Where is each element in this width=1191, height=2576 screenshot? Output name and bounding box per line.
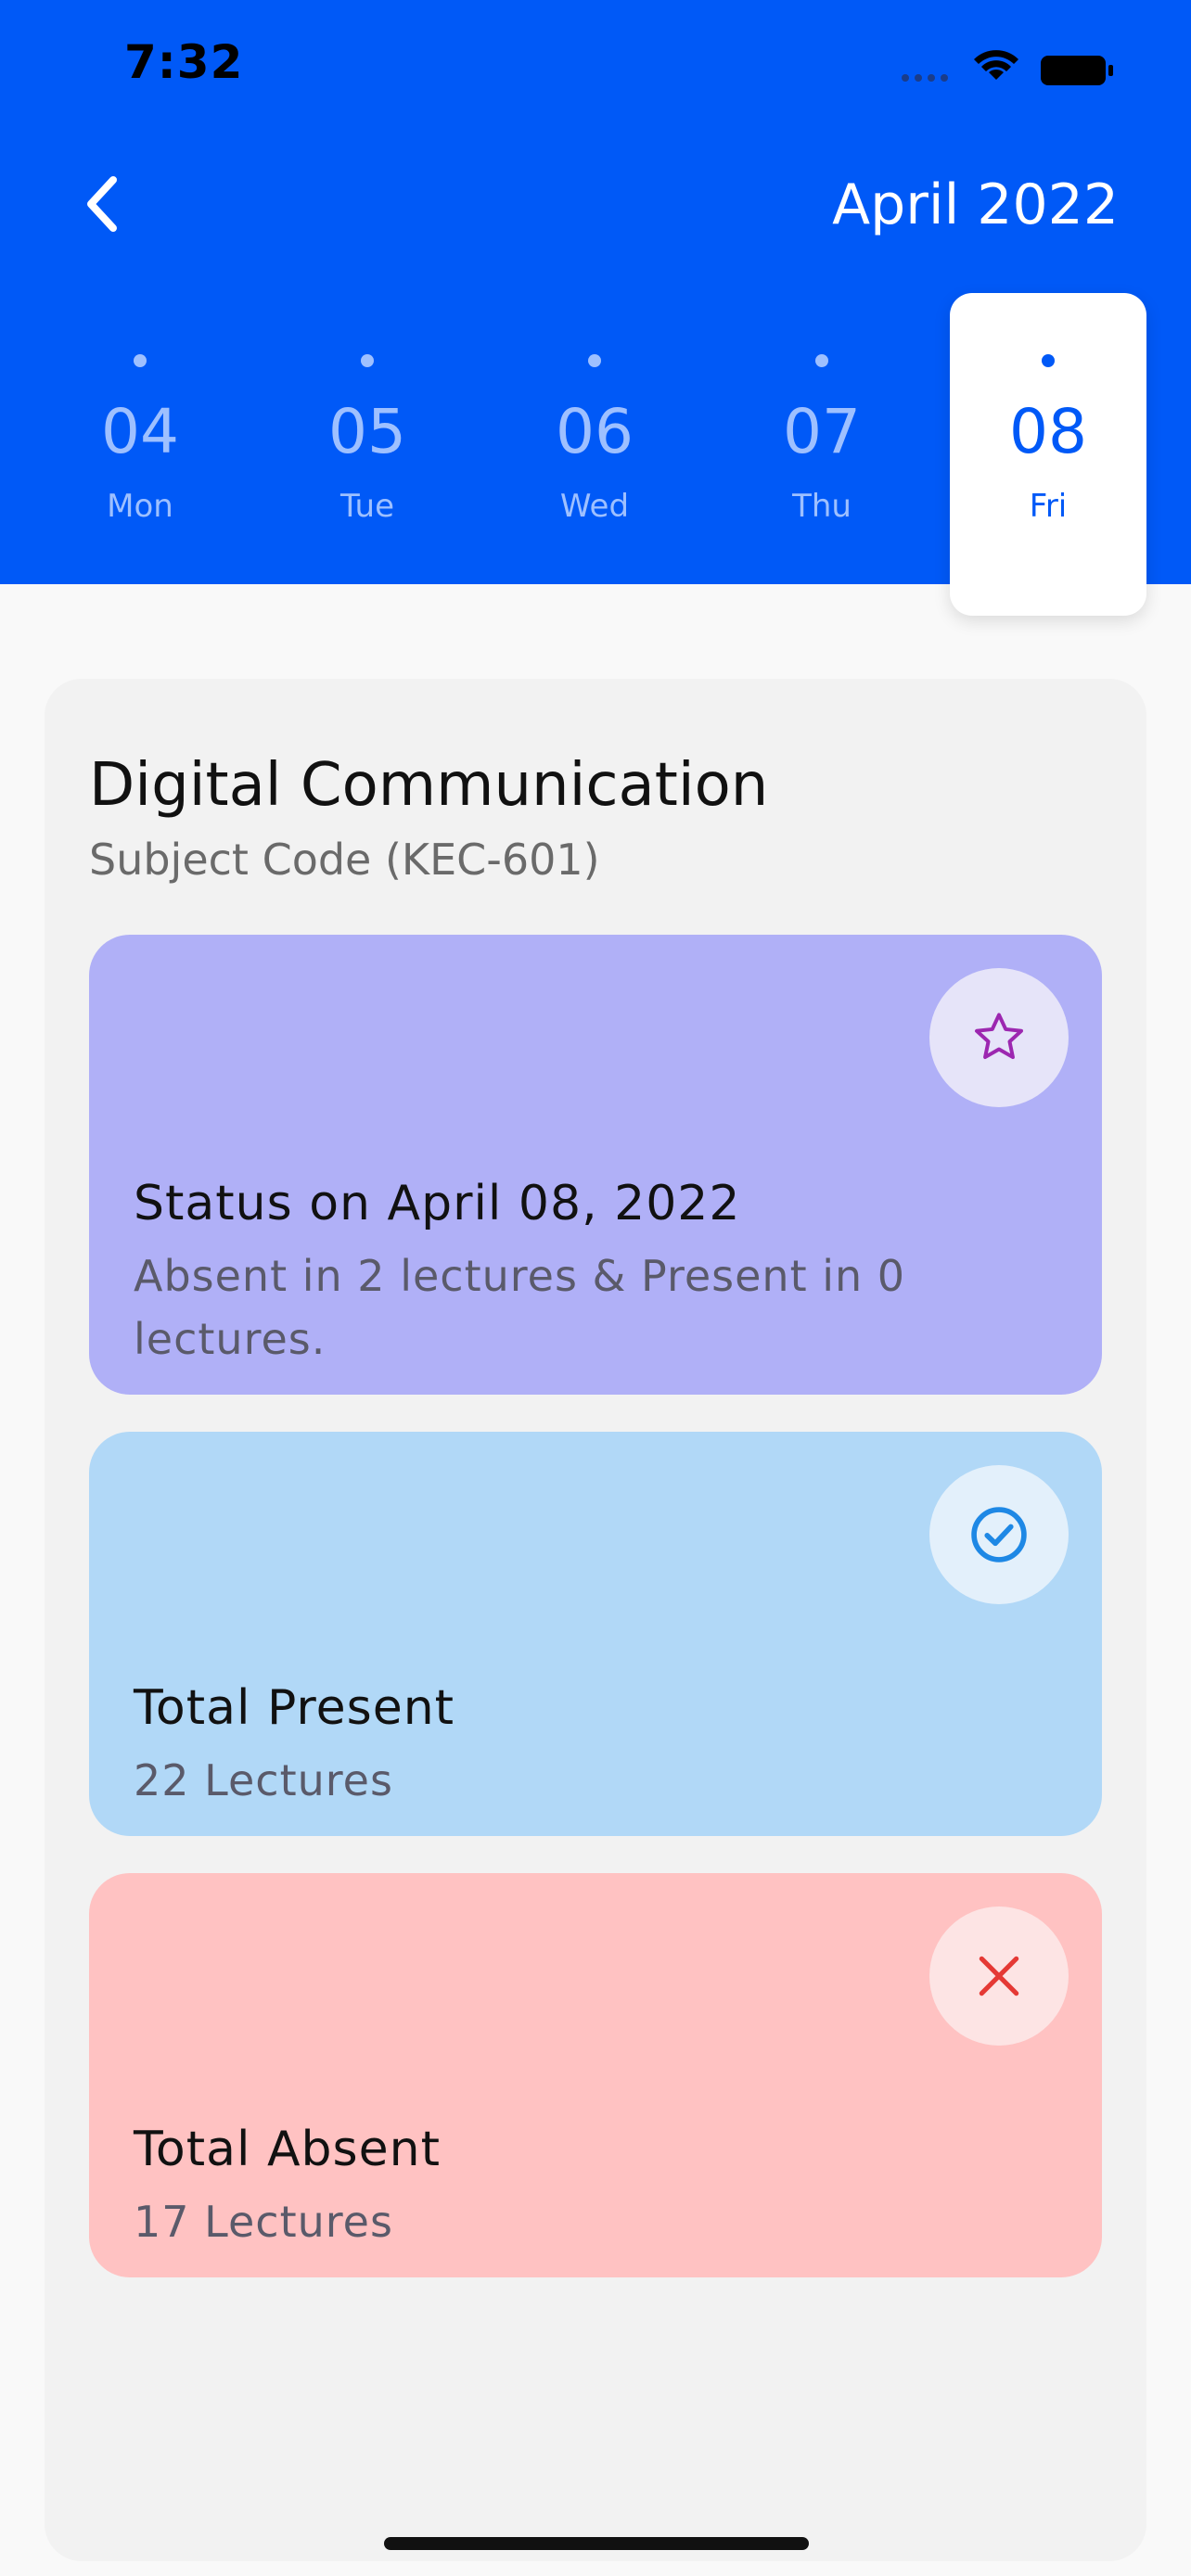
present-card-subtitle: 22 Lectures [134,1755,393,1805]
total-absent-card[interactable]: Total Absent 17 Lectures [89,1873,1102,2277]
check-circle-icon [971,1507,1027,1562]
day-dot [134,354,147,367]
day-number: 07 [783,396,861,467]
close-icon [979,1956,1019,1996]
day-item-08-selected[interactable]: 08 Fri [950,293,1146,616]
battery-icon [1041,56,1113,85]
day-item-05[interactable]: 05 Tue [269,293,466,616]
day-name: Mon [107,488,173,525]
day-number: 06 [556,396,634,467]
day-name: Thu [792,488,852,525]
status-card-title: Status on April 08, 2022 [134,1176,741,1231]
present-card-title: Total Present [134,1680,455,1736]
back-button[interactable] [74,172,130,236]
absent-card-title: Total Absent [134,2122,441,2177]
status-time: 7:32 [124,35,244,89]
day-dot [1042,354,1055,367]
absent-icon-circle [929,1906,1069,2046]
present-icon-circle [929,1465,1069,1604]
day-name: Wed [559,488,630,525]
chevron-left-icon [87,176,117,232]
day-dot [588,354,601,367]
signal-icon [902,74,948,82]
status-card-subtitle: Absent in 2 lectures & Present in 0 lect… [134,1251,906,1364]
day-item-07[interactable]: 07 Thu [724,293,920,616]
star-icon [975,1013,1023,1060]
home-indicator[interactable] [384,2537,809,2550]
status-icon-circle [929,968,1069,1107]
day-number: 08 [1009,396,1087,467]
month-title: April 2022 [832,172,1119,237]
total-present-card[interactable]: Total Present 22 Lectures [89,1432,1102,1836]
status-icons [900,43,1122,89]
subject-panel: Digital Communication Subject Code (KEC-… [45,679,1146,2561]
day-dot [815,354,828,367]
subject-code: Subject Code (KEC-601) [89,835,600,885]
day-item-04[interactable]: 04 Mon [42,293,238,616]
day-number: 05 [328,396,406,467]
absent-card-subtitle: 17 Lectures [134,2197,393,2247]
day-dot [361,354,374,367]
day-name: Tue [339,488,395,525]
day-name: Fri [1029,488,1068,525]
day-number: 04 [101,396,179,467]
subject-title: Digital Communication [89,751,769,820]
wifi-icon [974,50,1018,80]
day-item-06[interactable]: 06 Wed [496,293,693,616]
status-card[interactable]: Status on April 08, 2022 Absent in 2 lec… [89,935,1102,1395]
